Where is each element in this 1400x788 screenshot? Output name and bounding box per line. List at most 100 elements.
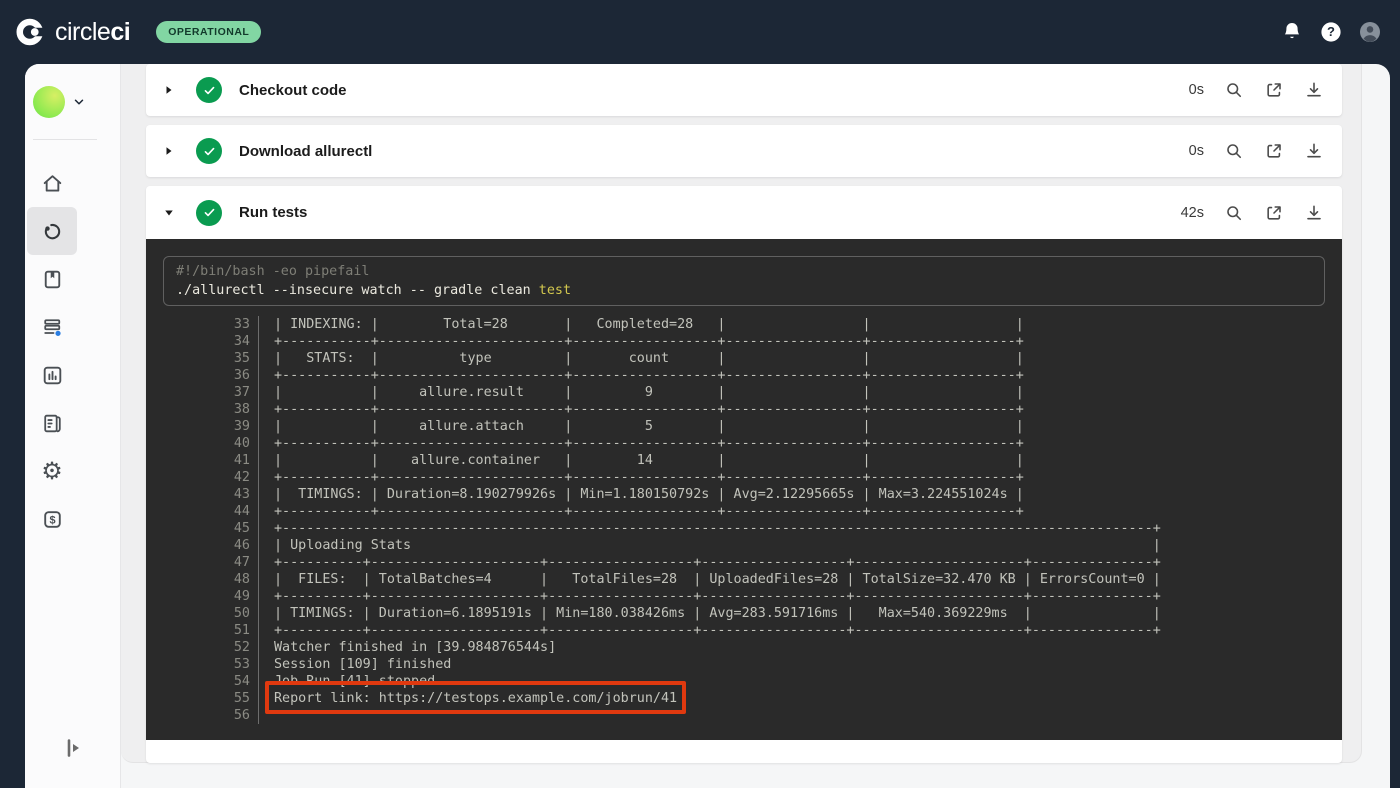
line-text	[258, 707, 274, 724]
circleci-logo[interactable]: circleci	[16, 17, 130, 47]
sidebar-item-insights[interactable]	[27, 351, 77, 399]
line-number: 47	[146, 554, 258, 571]
line-number: 34	[146, 333, 258, 350]
line-number: 55	[146, 690, 258, 707]
sidebar-item-home[interactable]	[27, 159, 77, 207]
step-duration: 0s	[1189, 82, 1204, 98]
step-card-checkout-code: Checkout code 0s	[146, 64, 1342, 116]
download-output-icon[interactable]	[1304, 80, 1324, 100]
notifications-bell-icon[interactable]	[1280, 20, 1304, 44]
line-number: 52	[146, 639, 258, 656]
download-output-icon[interactable]	[1304, 203, 1324, 223]
open-in-new-icon[interactable]	[1264, 203, 1284, 223]
terminal-line: 54Job Run [41] stopped	[146, 673, 1342, 690]
step-header[interactable]: Checkout code 0s	[146, 64, 1342, 116]
command-line: ./allurectl --insecure watch -- gradle c…	[176, 281, 1312, 300]
terminal-line: 35| STATS: | type | count | | |	[146, 350, 1342, 367]
chevron-down-icon	[72, 95, 86, 109]
help-icon[interactable]: ?	[1319, 20, 1343, 44]
collapse-arrow-icon[interactable]	[163, 207, 175, 219]
search-step-icon[interactable]	[1224, 141, 1244, 161]
pipelines-icon	[40, 219, 65, 244]
sidebar-item-plan[interactable]: $	[27, 495, 77, 543]
step-duration: 42s	[1181, 205, 1204, 221]
sidebar-item-settings[interactable]: ⚙	[27, 447, 77, 495]
circleci-logo-icon	[16, 17, 46, 47]
line-number: 43	[146, 486, 258, 503]
line-text: | | allure.attach | 5 | | |	[258, 418, 1024, 435]
line-number: 48	[146, 571, 258, 588]
sidebar-item-pipelines[interactable]	[27, 207, 77, 255]
success-check-icon	[196, 77, 222, 103]
main-content: Checkout code 0s Download allur	[121, 64, 1390, 788]
org-avatar	[33, 86, 65, 118]
line-number: 36	[146, 367, 258, 384]
line-text: | | allure.result | 9 | | |	[258, 384, 1024, 401]
line-number: 42	[146, 469, 258, 486]
terminal-line: 36+-----------+-----------------------+-…	[146, 367, 1342, 384]
line-number: 50	[146, 605, 258, 622]
line-number: 37	[146, 384, 258, 401]
search-step-icon[interactable]	[1224, 203, 1244, 223]
line-text: Report link: https://testops.example.com…	[258, 690, 677, 707]
sidebar-item-projects[interactable]	[27, 255, 77, 303]
step-header[interactable]: Run tests 42s	[146, 186, 1342, 239]
open-in-new-icon[interactable]	[1264, 80, 1284, 100]
terminal-line: 56	[146, 707, 1342, 724]
line-text: +----------+---------------------+------…	[258, 588, 1161, 605]
line-text: | | allure.container | 14 | | |	[258, 452, 1024, 469]
line-number: 56	[146, 707, 258, 724]
terminal-line: 53Session [109] finished	[146, 656, 1342, 673]
release-notes-icon	[40, 411, 65, 436]
line-number: 33	[146, 316, 258, 333]
line-number: 45	[146, 520, 258, 537]
topbar-actions: ?	[1280, 0, 1382, 64]
terminal-line: 45+-------------------------------------…	[146, 520, 1342, 537]
terminal-line: 52Watcher finished in [39.984876544s]	[146, 639, 1342, 656]
step-card-run-tests: Run tests 42s #!/bin/bash -eo pipefail .…	[146, 186, 1342, 763]
step-header[interactable]: Download allurectl 0s	[146, 125, 1342, 177]
line-text: +-----------+-----------------------+---…	[258, 367, 1024, 384]
brand-wordmark: circleci	[55, 18, 130, 47]
terminal-line: 42+-----------+-----------------------+-…	[146, 469, 1342, 486]
terminal-line: 44+-----------+-----------------------+-…	[146, 503, 1342, 520]
terminal-line: 41| | allure.container | 14 | | |	[146, 452, 1342, 469]
sidebar-item-servers[interactable]	[27, 303, 77, 351]
terminal-line: 38+-----------+-----------------------+-…	[146, 401, 1342, 418]
svg-text:$: $	[49, 514, 55, 526]
line-text: Job Run [41] stopped	[258, 673, 435, 690]
line-number: 53	[146, 656, 258, 673]
line-number: 39	[146, 418, 258, 435]
line-text: | STATS: | type | count | | |	[258, 350, 1024, 367]
status-badge[interactable]: OPERATIONAL	[156, 21, 261, 43]
terminal-line: 43| TIMINGS: | Duration=8.190279926s | M…	[146, 486, 1342, 503]
plan-dollar-icon: $	[40, 507, 65, 532]
terminal-log-lines: 33| INDEXING: | Total=28 | Completed=28 …	[146, 316, 1342, 724]
expand-arrow-icon[interactable]	[163, 145, 175, 157]
open-in-new-icon[interactable]	[1264, 141, 1284, 161]
step-title: Run tests	[239, 204, 307, 221]
line-text: +-----------+-----------------------+---…	[258, 333, 1024, 350]
download-output-icon[interactable]	[1304, 141, 1324, 161]
job-steps-panel: Checkout code 0s Download allur	[121, 64, 1362, 763]
sidebar: ⚙ $	[25, 64, 121, 788]
line-text: Session [109] finished	[258, 656, 451, 673]
step-duration: 0s	[1189, 143, 1204, 159]
app-shell: ⚙ $ Checkout co	[25, 64, 1390, 788]
line-text: | TIMINGS: | Duration=8.190279926s | Min…	[258, 486, 1024, 503]
home-icon	[40, 171, 65, 196]
expand-arrow-icon[interactable]	[163, 84, 175, 96]
command-shebang: #!/bin/bash -eo pipefail	[176, 262, 1312, 281]
sidebar-collapse-icon[interactable]	[63, 736, 87, 760]
line-text: | FILES: | TotalBatches=4 | TotalFiles=2…	[258, 571, 1161, 588]
line-number: 49	[146, 588, 258, 605]
line-number: 35	[146, 350, 258, 367]
projects-bookmark-icon	[40, 267, 65, 292]
sidebar-divider	[33, 139, 97, 140]
search-step-icon[interactable]	[1224, 80, 1244, 100]
sidebar-item-releases[interactable]	[27, 399, 77, 447]
insights-bar-chart-icon	[40, 363, 65, 388]
line-number: 51	[146, 622, 258, 639]
user-avatar[interactable]	[1358, 20, 1382, 44]
org-switcher[interactable]	[33, 86, 86, 118]
